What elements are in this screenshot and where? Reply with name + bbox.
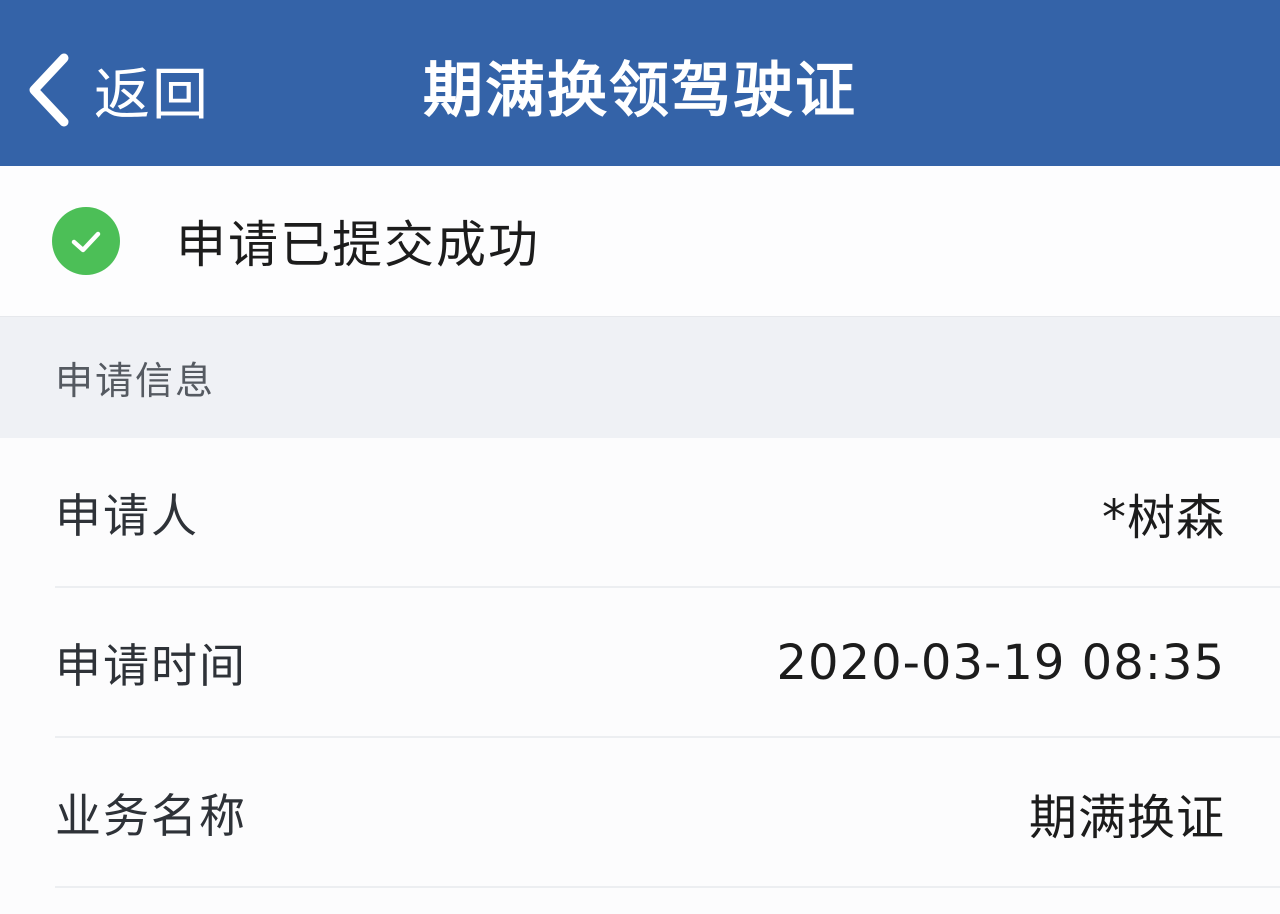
section-label: 申请信息 xyxy=(55,359,216,403)
info-label: 申请时间 xyxy=(55,639,247,693)
info-value: 期满换证 xyxy=(1028,790,1225,846)
status-text: 申请已提交成功 xyxy=(176,216,540,274)
nav-bar: 返回 期满换领驾驶证 xyxy=(0,0,1280,166)
submission-status: 申请已提交成功 xyxy=(0,166,1280,316)
page-title: 期满换领驾驶证 xyxy=(423,56,857,126)
info-row-apply-time: 申请时间 2020-03-19 08:35 xyxy=(0,588,1280,738)
info-value: 2020-03-19 08:35 xyxy=(776,635,1225,691)
section-header: 申请信息 xyxy=(0,316,1280,438)
info-row-applicant: 申请人 *树森 xyxy=(0,438,1280,588)
check-circle-icon xyxy=(52,207,120,275)
info-label: 业务名称 xyxy=(55,789,247,843)
info-list: 申请人 *树森 申请时间 2020-03-19 08:35 业务名称 期满换证 xyxy=(0,438,1280,914)
info-row-business-name: 业务名称 期满换证 xyxy=(0,738,1280,888)
row-divider xyxy=(55,886,1280,888)
info-label: 申请人 xyxy=(55,489,199,543)
info-value: *树森 xyxy=(1101,490,1225,546)
